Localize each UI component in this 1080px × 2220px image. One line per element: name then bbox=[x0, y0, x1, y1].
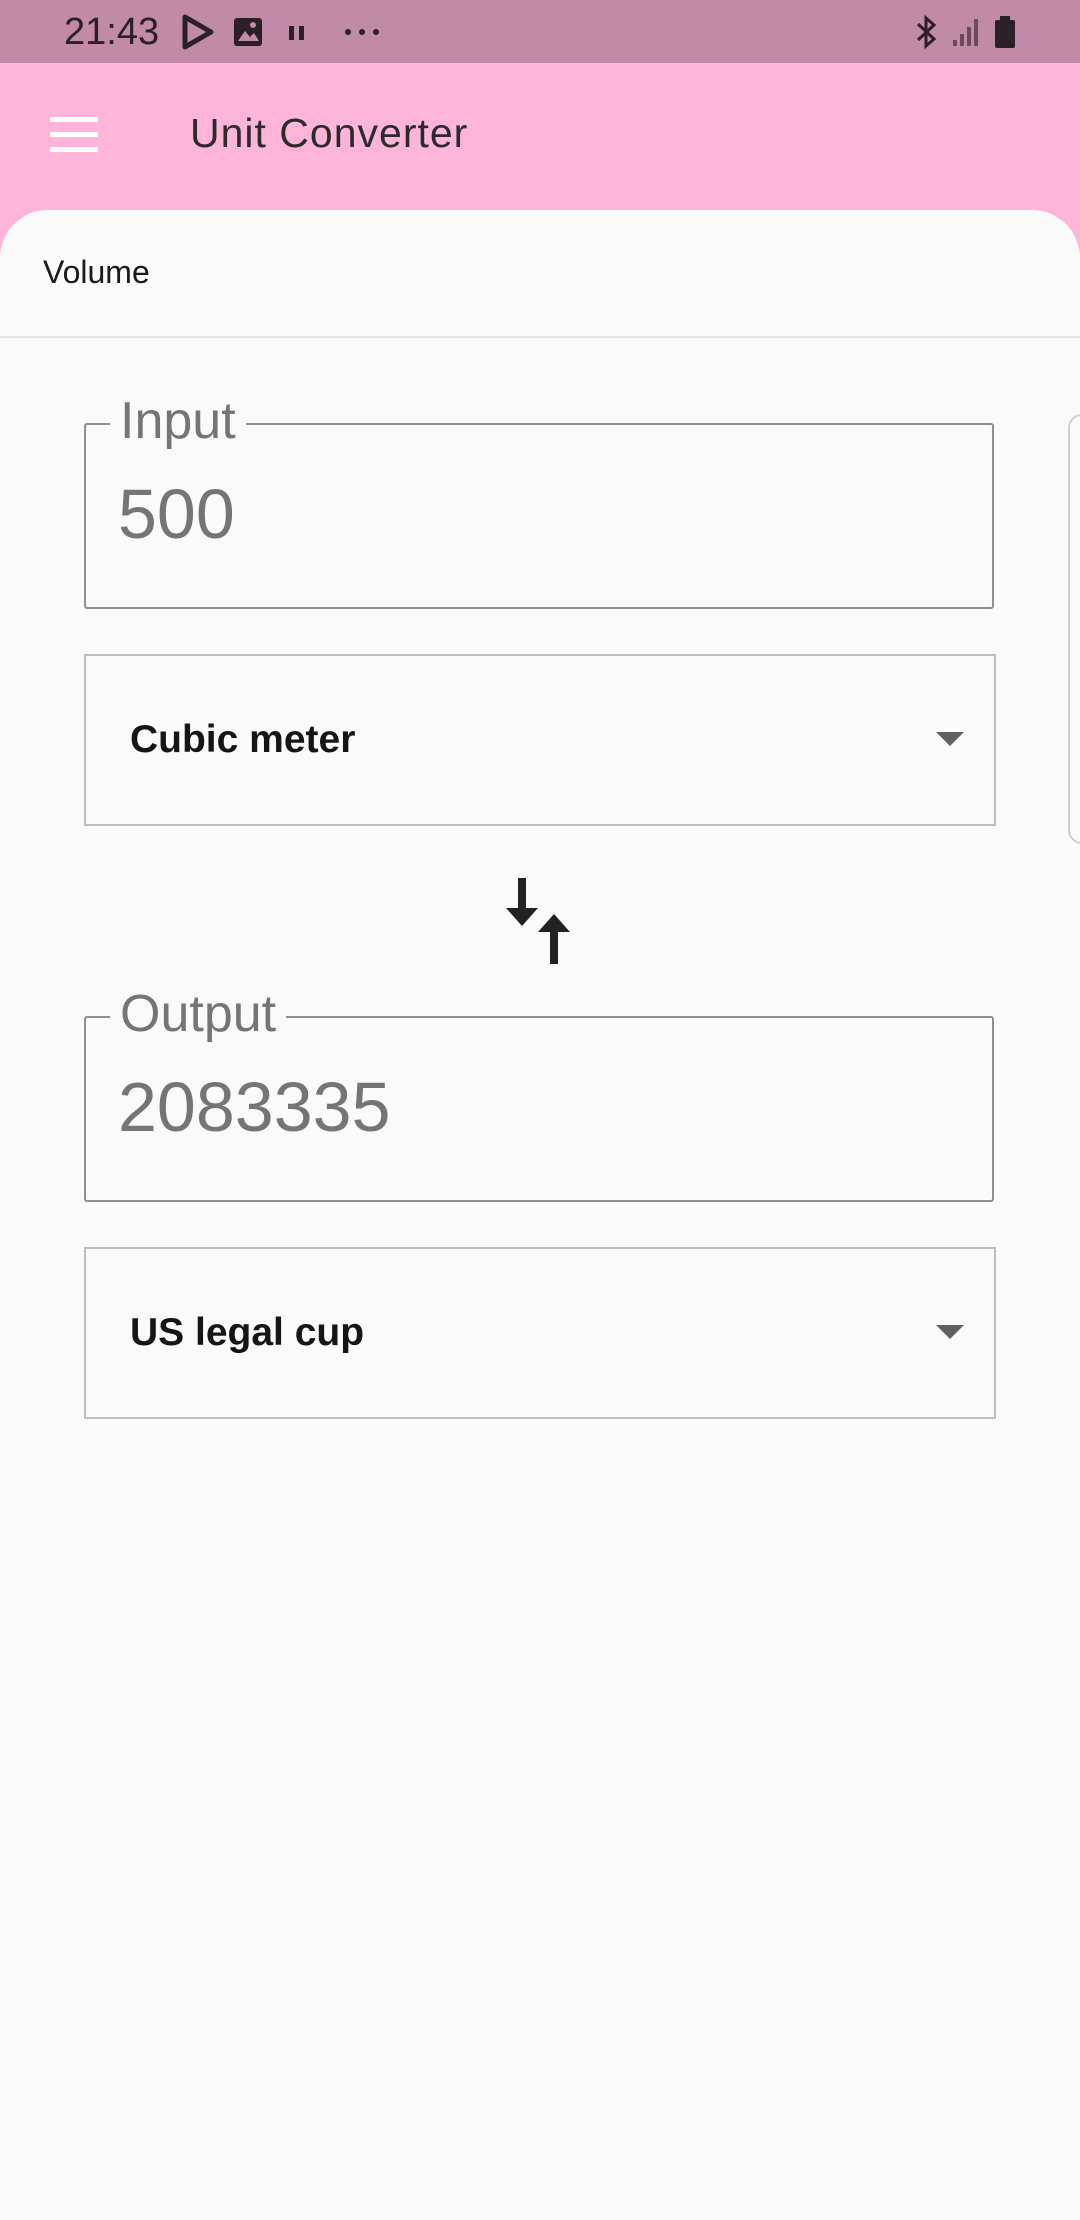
app-title: Unit Converter bbox=[190, 110, 469, 156]
output-unit-dropdown[interactable]: US legal cup bbox=[84, 1247, 996, 1419]
more-dots-icon bbox=[345, 29, 379, 35]
chevron-down-icon bbox=[936, 732, 964, 746]
tab-volume[interactable]: Volume bbox=[43, 252, 150, 292]
play-store-icon bbox=[182, 14, 214, 50]
pause-icon bbox=[289, 26, 304, 40]
bluetooth-icon bbox=[916, 14, 937, 50]
screen: 21:43 Unit Converter Volume Input 500 Cu… bbox=[0, 0, 1080, 2220]
input-unit-dropdown[interactable]: Cubic meter bbox=[84, 654, 996, 826]
output-value[interactable] bbox=[118, 1062, 958, 1152]
input-unit-value: Cubic meter bbox=[130, 718, 356, 761]
input-label: Input bbox=[110, 389, 246, 453]
app-bar: Unit Converter bbox=[0, 63, 1080, 210]
menu-button[interactable] bbox=[40, 105, 108, 165]
status-bar: 21:43 bbox=[0, 0, 1080, 63]
divider bbox=[0, 336, 1080, 338]
swap-button[interactable] bbox=[500, 870, 580, 970]
status-time: 21:43 bbox=[64, 11, 160, 53]
battery-icon bbox=[995, 16, 1015, 48]
output-unit-value: US legal cup bbox=[130, 1311, 365, 1354]
swap-vertical-icon bbox=[506, 878, 570, 964]
signal-icon bbox=[953, 19, 978, 46]
input-field[interactable]: Input bbox=[84, 389, 994, 609]
gallery-icon bbox=[234, 18, 262, 46]
input-value[interactable] bbox=[118, 469, 958, 559]
output-field[interactable]: Output bbox=[84, 982, 994, 1202]
next-page-card[interactable] bbox=[1068, 414, 1080, 844]
output-label: Output bbox=[110, 982, 287, 1046]
chevron-down-icon bbox=[936, 1325, 964, 1339]
